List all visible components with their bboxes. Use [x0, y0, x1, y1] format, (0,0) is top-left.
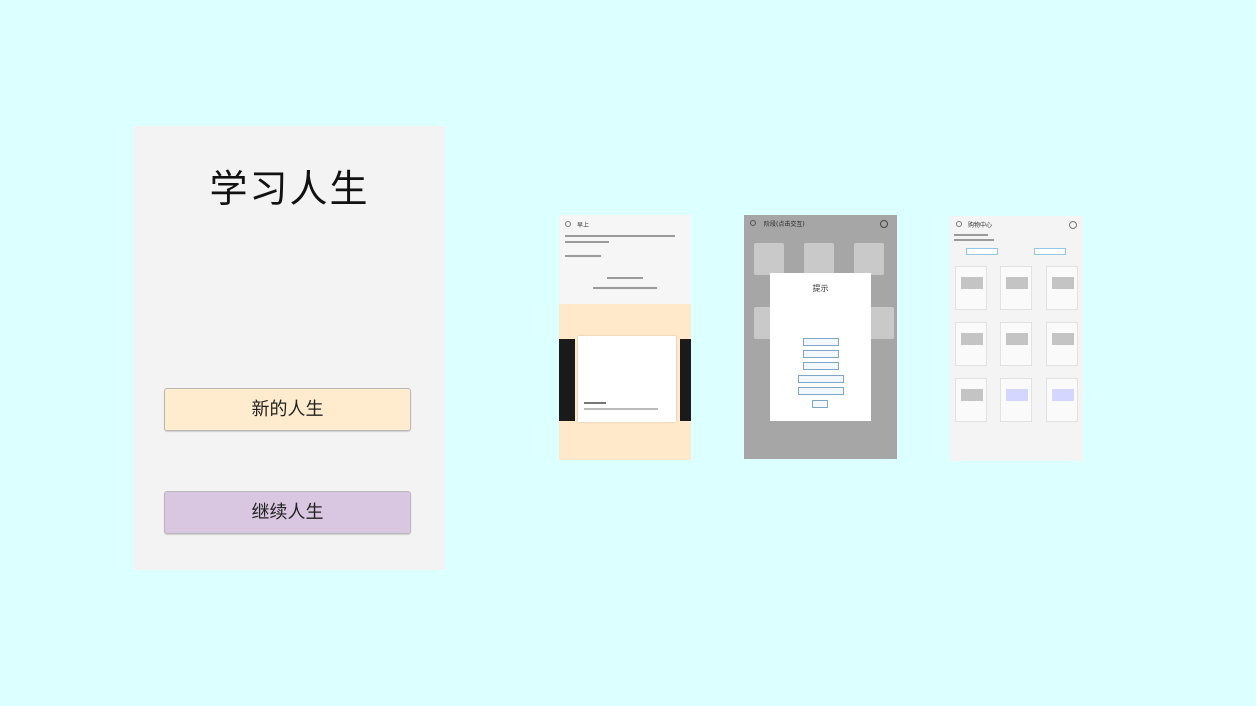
shop-item[interactable]	[955, 322, 987, 366]
card-text	[584, 408, 658, 410]
shop-item[interactable]	[1000, 378, 1032, 422]
main-menu-screen: 学习人生 新的人生 继续人生	[134, 126, 445, 570]
card-text	[584, 402, 606, 404]
shop-tab[interactable]	[1034, 248, 1066, 255]
shop-screen-thumbnail[interactable]: 购物中心	[950, 216, 1083, 461]
help-icon	[1069, 221, 1077, 229]
modal-close-button[interactable]	[812, 400, 828, 408]
character-portrait[interactable]	[854, 243, 884, 275]
shop-info-line	[954, 234, 988, 236]
prompt-line	[607, 277, 643, 279]
modal-option-button[interactable]	[803, 362, 839, 370]
status-line	[565, 255, 601, 257]
event-card[interactable]	[578, 336, 676, 422]
prompt-line	[593, 287, 657, 289]
new-life-button[interactable]: 新的人生	[164, 388, 411, 431]
shop-info-line	[954, 239, 994, 241]
modal-option-button[interactable]	[798, 375, 844, 383]
shop-tab[interactable]	[966, 248, 998, 255]
help-icon	[880, 220, 888, 228]
thumbnail-header-title: 阶段(点击交互)	[764, 221, 805, 228]
shop-item[interactable]	[1046, 378, 1078, 422]
character-screen-thumbnail[interactable]: 阶段(点击交互) 提示	[744, 215, 897, 459]
back-icon	[750, 220, 756, 226]
shop-item[interactable]	[955, 378, 987, 422]
game-screen-thumbnail[interactable]: 早上	[559, 215, 691, 460]
modal-title: 提示	[812, 284, 829, 293]
card-right	[680, 339, 691, 421]
stats-line	[565, 235, 675, 237]
app-title: 学习人生	[209, 167, 370, 211]
back-icon	[565, 221, 571, 227]
thumbnail-header-title: 购物中心	[968, 222, 993, 229]
shop-item[interactable]	[955, 266, 987, 310]
thumbnail-header-title: 早上	[577, 222, 590, 229]
character-portrait[interactable]	[754, 243, 784, 275]
back-icon	[956, 221, 962, 227]
modal-option-button[interactable]	[803, 350, 839, 358]
shop-item[interactable]	[1000, 322, 1032, 366]
shop-item[interactable]	[1046, 266, 1078, 310]
shop-item[interactable]	[1046, 322, 1078, 366]
card-left	[559, 339, 575, 421]
modal-option-button[interactable]	[803, 338, 839, 346]
stats-line	[565, 241, 609, 243]
shop-item[interactable]	[1000, 266, 1032, 310]
modal-option-button[interactable]	[798, 387, 844, 395]
hint-modal: 提示	[770, 273, 871, 421]
character-portrait[interactable]	[804, 243, 834, 275]
continue-life-button[interactable]: 继续人生	[164, 491, 411, 534]
